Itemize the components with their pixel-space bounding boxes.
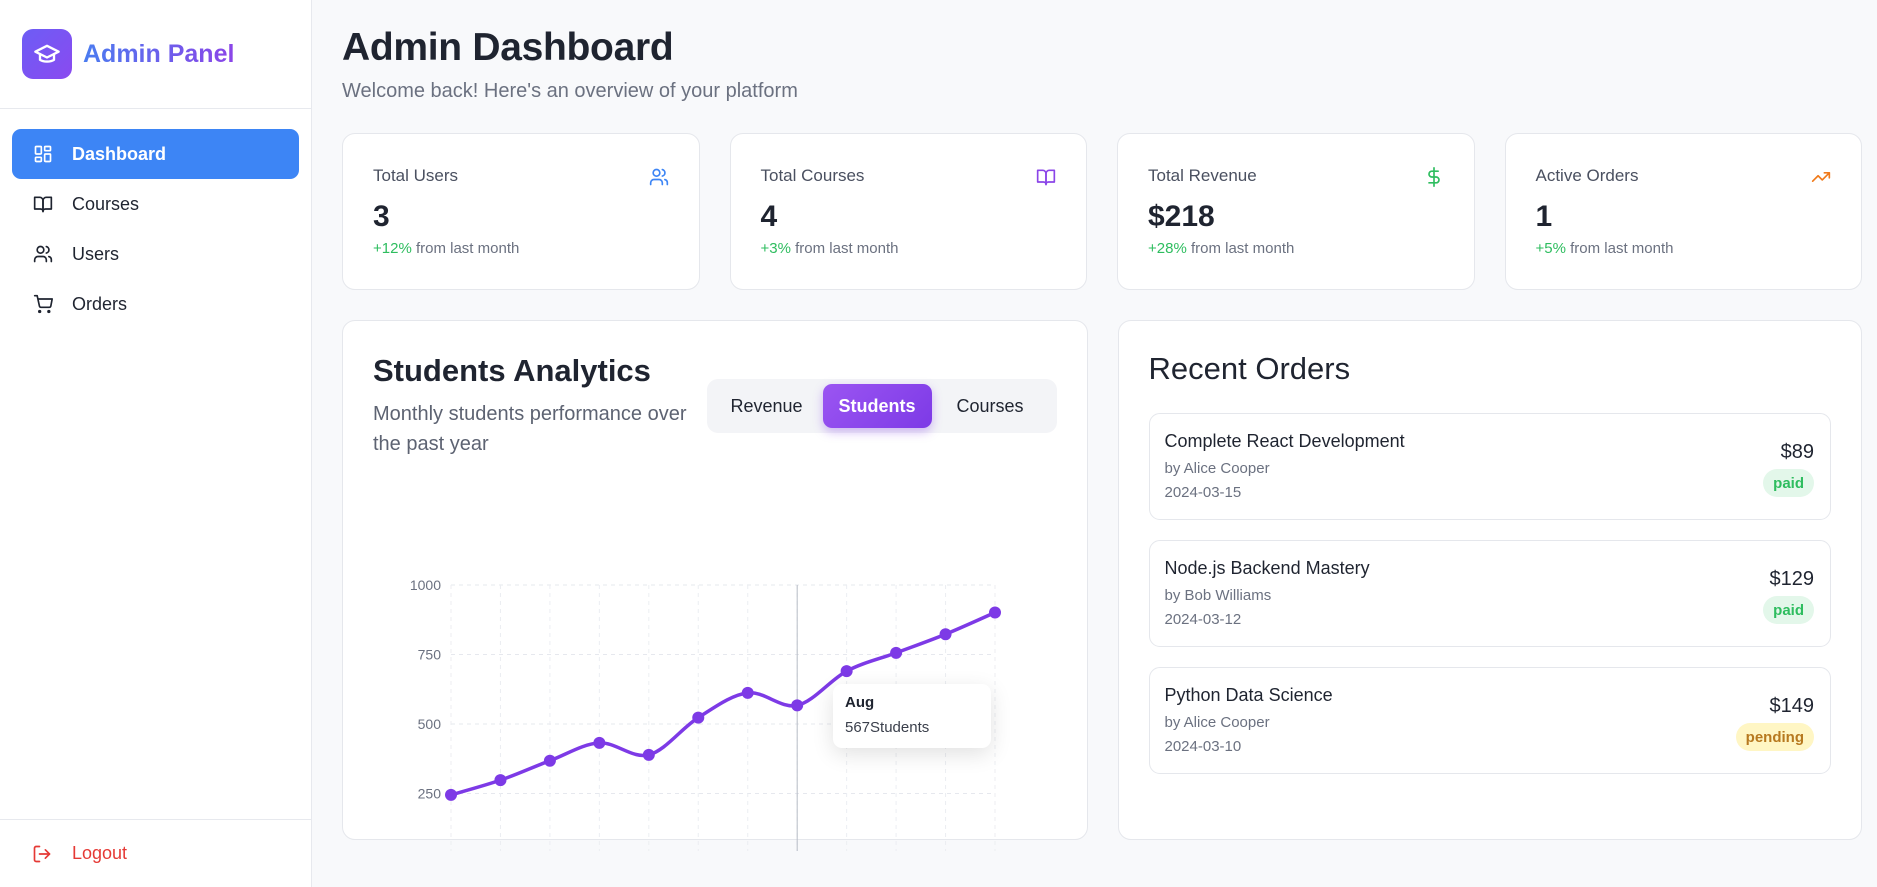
y-tick-label: 1000: [410, 577, 441, 593]
sidebar-nav: Dashboard Courses Users Orders: [0, 109, 311, 329]
order-item[interactable]: Node.js Backend Mastery by Bob Williams …: [1148, 540, 1831, 647]
tab-courses[interactable]: Courses: [932, 384, 1049, 428]
order-price: $149: [1769, 695, 1815, 717]
stat-card-revenue: Total Revenue $218 +28% from last month: [1117, 133, 1475, 290]
tab-students[interactable]: Students: [822, 384, 932, 428]
graduation-cap-icon: [22, 29, 72, 79]
tooltip-title: Aug: [845, 694, 875, 711]
logout-button[interactable]: Logout: [0, 819, 311, 887]
data-point-nov: [939, 628, 952, 641]
users-icon: [32, 243, 54, 265]
sidebar: Admin Panel Dashboard Courses Users Orde…: [0, 0, 312, 887]
order-list: Complete React Development by Alice Coop…: [1148, 413, 1831, 774]
data-point-jan: [445, 788, 457, 801]
status-badge: paid: [1763, 596, 1814, 624]
stat-label: Total Users: [373, 166, 459, 185]
stat-change: +12% from last month: [373, 240, 520, 257]
stat-card-orders: Active Orders 1 +5% from last month: [1504, 133, 1862, 290]
status-badge: pending: [1735, 723, 1814, 751]
sidebar-item-label: Dashboard: [72, 143, 167, 164]
stat-change: +28% from last month: [1148, 240, 1295, 257]
stat-change: +5% from last month: [1535, 240, 1674, 257]
page-title: Admin Dashboard: [342, 26, 674, 69]
data-point-jun: [692, 711, 705, 724]
analytics-subtitle: Monthly students performance over the pa…: [373, 403, 687, 455]
data-point-mar: [543, 754, 556, 767]
status-badge: paid: [1763, 469, 1814, 497]
data-point-sep: [840, 665, 853, 678]
data-point-jul: [741, 686, 754, 699]
order-date: 2024-03-12: [1164, 611, 1242, 628]
students-chart[interactable]: 02505007501000JanFebMarAprMayJunJulAugSe…: [343, 491, 1090, 886]
order-name: Node.js Backend Mastery: [1164, 558, 1370, 578]
order-price: $129: [1769, 568, 1815, 590]
students-analytics-card: Students Analytics Monthly students perf…: [342, 320, 1088, 886]
brand: Admin Panel: [0, 0, 311, 109]
book-icon: [32, 193, 54, 215]
tooltip-value: 567Students: [845, 719, 930, 736]
dollar-icon: [1424, 167, 1446, 189]
order-author: by Bob Williams: [1164, 587, 1272, 604]
y-tick-label: 500: [418, 716, 442, 732]
order-name: Python Data Science: [1164, 685, 1333, 705]
users-icon: [649, 167, 671, 189]
stat-value: 1: [1535, 200, 1553, 233]
stat-label: Active Orders: [1535, 166, 1639, 185]
stat-value: 4: [760, 200, 778, 233]
order-item[interactable]: Complete React Development by Alice Coop…: [1148, 413, 1831, 520]
data-point-feb: [494, 774, 507, 787]
stat-label: Total Revenue: [1148, 166, 1257, 185]
book-icon: [1036, 167, 1058, 189]
order-date: 2024-03-15: [1164, 484, 1242, 501]
data-point-may: [642, 748, 655, 761]
page-subtitle: Welcome back! Here's an overview of your…: [342, 80, 798, 102]
y-tick-label: 250: [418, 786, 442, 802]
dashboard-icon: [32, 143, 54, 165]
order-item[interactable]: Python Data Science by Alice Cooper 2024…: [1148, 667, 1831, 774]
sidebar-item-courses[interactable]: Courses: [12, 179, 299, 229]
data-point-oct: [890, 646, 903, 659]
data-point-apr: [593, 736, 606, 749]
main-content: Admin Dashboard Welcome back! Here's an …: [312, 0, 1877, 887]
sidebar-item-users[interactable]: Users: [12, 229, 299, 279]
logout-icon: [32, 843, 54, 865]
sidebar-item-label: Orders: [72, 293, 128, 314]
stat-label: Total Courses: [760, 166, 865, 185]
sidebar-item-dashboard[interactable]: Dashboard: [12, 129, 299, 179]
data-point-dec: [989, 606, 1001, 619]
sidebar-item-label: Users: [72, 243, 120, 264]
line-chart-svg: 02505007501000JanFebMarAprMayJunJulAugSe…: [410, 577, 1008, 886]
orders-title: Recent Orders: [1148, 351, 1351, 386]
sidebar-item-orders[interactable]: Orders: [12, 279, 299, 329]
stat-card-courses: Total Courses 4 +3% from last month: [729, 133, 1087, 290]
sidebar-item-label: Courses: [72, 193, 140, 214]
order-price: $89: [1780, 441, 1814, 463]
stat-value: $218: [1148, 200, 1215, 233]
stat-value: 3: [373, 200, 390, 233]
order-name: Complete React Development: [1164, 431, 1405, 451]
brand-title: Admin Panel: [83, 39, 235, 68]
cart-icon: [32, 293, 54, 315]
panels-row: Students Analytics Monthly students perf…: [342, 320, 1862, 886]
chart-tooltip: Aug 567Students: [833, 684, 991, 748]
order-date: 2024-03-10: [1164, 738, 1242, 755]
order-author: by Alice Cooper: [1164, 460, 1270, 477]
data-point-aug: [791, 699, 804, 712]
order-author: by Alice Cooper: [1164, 714, 1270, 731]
stat-change: +3% from last month: [760, 240, 899, 257]
logout-label: Logout: [72, 843, 128, 863]
trending-up-icon: [1811, 167, 1833, 189]
stats-row: Total Users 3 +12% from last month Total…: [342, 133, 1862, 290]
recent-orders-card: Recent Orders Complete React Development…: [1117, 320, 1862, 840]
analytics-tabs: Revenue Students Courses: [706, 379, 1057, 433]
y-tick-label: 750: [418, 647, 442, 663]
tab-revenue[interactable]: Revenue: [711, 384, 823, 428]
stat-card-users: Total Users 3 +12% from last month: [342, 133, 700, 290]
